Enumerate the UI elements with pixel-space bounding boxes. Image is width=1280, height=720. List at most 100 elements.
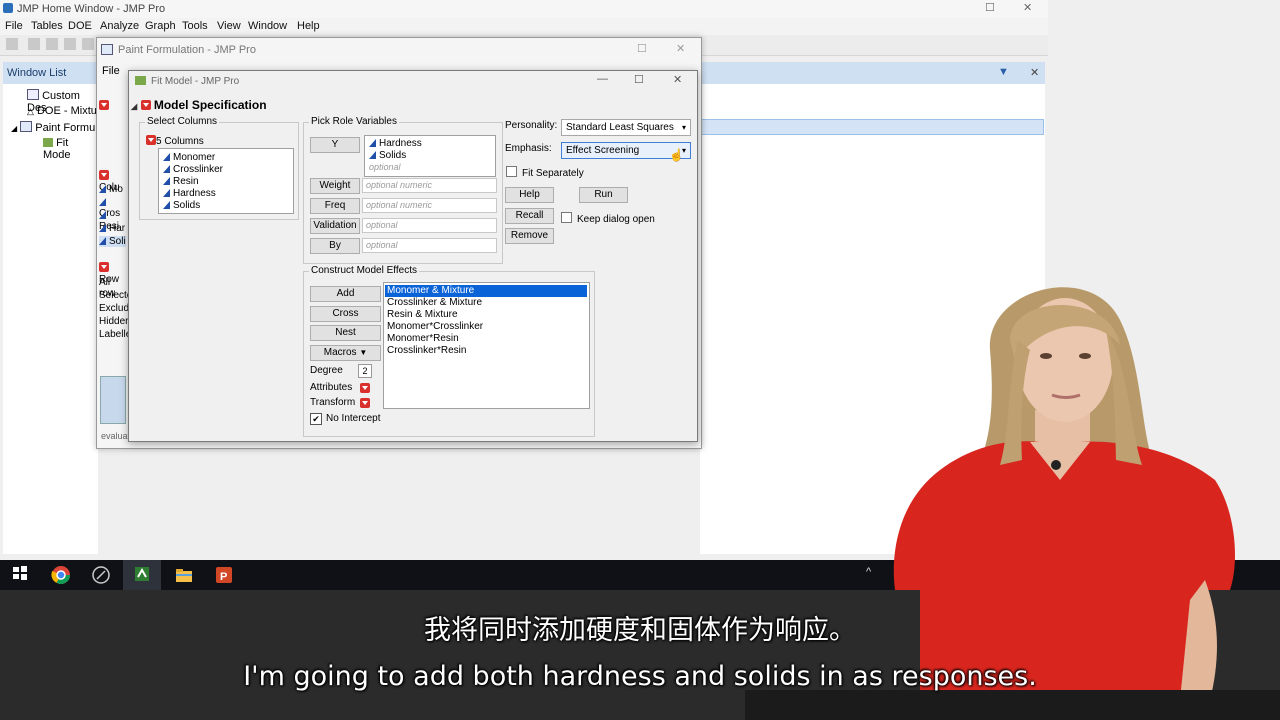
window-list-item[interactable]: Fit Mode [43, 137, 98, 161]
menu-doe[interactable]: DOE [68, 20, 92, 32]
effect-item[interactable]: Monomer*Crosslinker [387, 321, 483, 332]
macros-button[interactable]: Macros ▼ [310, 345, 381, 361]
powerpoint-icon[interactable]: P [214, 565, 234, 585]
y-role-item[interactable]: Solids [369, 150, 406, 161]
freq-field[interactable]: optional numeric [362, 198, 497, 213]
keep-dialog-open-checkbox[interactable] [561, 212, 572, 223]
tray-chevron-up-icon[interactable]: ^ [866, 566, 871, 578]
red-triangle-icon[interactable] [140, 100, 151, 110]
effect-item[interactable]: Crosslinker & Mixture [387, 297, 482, 308]
menu-file[interactable]: File [102, 65, 120, 77]
rows-item: Labelle [99, 329, 132, 340]
effect-item[interactable]: Monomer*Resin [387, 333, 459, 344]
columns-listbox[interactable]: Monomer Crosslinker Resin Hardness Solid… [158, 148, 294, 214]
file-explorer-icon[interactable] [174, 565, 194, 585]
effect-item[interactable]: Resin & Mixture [387, 309, 458, 320]
maximize-icon[interactable]: ☐ [985, 1, 995, 14]
remove-button[interactable]: Remove [505, 228, 554, 244]
menu-analyze[interactable]: Analyze [100, 20, 139, 32]
validation-field[interactable]: optional [362, 218, 497, 233]
y-role-item[interactable]: Hardness [369, 138, 422, 149]
y-role-listbox[interactable]: Hardness Solids optional [364, 135, 496, 177]
validation-button[interactable]: Validation [310, 218, 360, 234]
y-button[interactable]: Y [310, 137, 360, 153]
by-field[interactable]: optional [362, 238, 497, 253]
select-columns-group: Select Columns 5 Columns Monomer Crossli… [139, 116, 299, 220]
menu-file[interactable]: File [5, 20, 23, 32]
column-list-item[interactable]: Crosslinker [163, 164, 223, 175]
red-triangle-icon[interactable] [99, 262, 109, 272]
continuous-icon [99, 185, 106, 193]
by-button[interactable]: By [310, 238, 360, 254]
effects-listbox[interactable]: Monomer & Mixture Crosslinker & Mixture … [383, 282, 590, 409]
jmp-taskbar-button[interactable] [123, 560, 161, 590]
red-triangle-icon[interactable] [146, 135, 156, 145]
attributes-menu[interactable] [360, 383, 370, 395]
maximize-icon[interactable]: ☐ [634, 73, 644, 86]
fit-separately-option[interactable]: Fit Separately [506, 166, 584, 179]
close-icon[interactable]: ✕ [676, 42, 685, 55]
keep-dialog-open-option[interactable]: Keep dialog open [561, 212, 655, 225]
menu-window[interactable]: Window [248, 20, 287, 32]
menu-view[interactable]: View [217, 20, 241, 32]
cross-button[interactable]: Cross [310, 306, 381, 322]
no-intercept-option[interactable]: ✔ No Intercept [310, 413, 380, 425]
close-icon[interactable]: ✕ [1023, 1, 1032, 14]
run-button[interactable]: Run [579, 187, 628, 203]
effect-item[interactable]: Crosslinker*Resin [387, 345, 466, 356]
collapse-arrow-icon[interactable]: ◢ [131, 102, 137, 111]
recall-button[interactable]: Recall [505, 208, 554, 224]
freq-button[interactable]: Freq [310, 198, 360, 214]
window-list-item[interactable]: △ DOE - Mixtu [27, 105, 97, 117]
maximize-icon[interactable]: ☐ [637, 42, 647, 55]
effect-item[interactable]: Monomer & Mixture [387, 285, 474, 296]
main-window-titlebar: JMP Home Window - JMP Pro ☐ ✕ [0, 0, 1048, 18]
red-triangle-icon[interactable] [99, 100, 109, 110]
table-icon [20, 121, 33, 132]
emphasis-label: Emphasis: [505, 143, 552, 154]
continuous-icon [163, 189, 170, 197]
save-icon[interactable] [46, 38, 58, 50]
copy-icon[interactable] [64, 38, 76, 50]
check-icon[interactable]: ✔ [310, 413, 322, 425]
red-triangle-icon[interactable] [360, 383, 370, 393]
main-window-title: JMP Home Window - JMP Pro [17, 3, 166, 15]
menu-tools[interactable]: Tools [182, 20, 208, 32]
column-list-item[interactable]: Solids [163, 200, 200, 211]
minimize-icon[interactable]: — [597, 73, 608, 85]
column-list-item[interactable]: Hardness [163, 188, 216, 199]
pick-role-title: Pick Role Variables [309, 116, 399, 127]
rows-item: Hidder [99, 316, 129, 327]
transform-menu[interactable] [360, 398, 370, 410]
personality-dropdown[interactable]: Standard Least Squares ▾ [561, 119, 691, 136]
column-item[interactable]: Mo [99, 184, 123, 195]
new-table-icon[interactable] [6, 38, 18, 50]
red-triangle-icon[interactable] [360, 398, 370, 408]
close-icon[interactable]: ✕ [673, 73, 682, 86]
help-button[interactable]: Help [505, 187, 554, 203]
degree-label: Degree [310, 365, 343, 376]
pane-close-icon[interactable]: ✕ [1030, 66, 1039, 79]
fit-separately-checkbox[interactable] [506, 166, 517, 177]
nest-button[interactable]: Nest [310, 325, 381, 341]
menu-tables[interactable]: Tables [31, 20, 63, 32]
window-list-item-selected[interactable]: ◢ Paint Formu [11, 121, 95, 134]
column-item[interactable]: Har [99, 223, 125, 234]
column-item[interactable]: Soli [99, 236, 126, 247]
weight-field[interactable]: optional numeric [362, 178, 497, 193]
open-icon[interactable] [28, 38, 40, 50]
add-button[interactable]: Add [310, 286, 381, 302]
fit-model-dialog[interactable]: Fit Model - JMP Pro — ☐ ✕ ◢ Model Specif… [128, 70, 698, 442]
degree-input[interactable]: 2 [358, 364, 372, 378]
windows-start-icon[interactable] [12, 565, 32, 585]
menu-help[interactable]: Help [297, 20, 320, 32]
chrome-icon[interactable] [51, 565, 71, 585]
filter-icon[interactable]: ▼ [998, 66, 1009, 78]
menu-graph[interactable]: Graph [145, 20, 176, 32]
column-list-item[interactable]: Resin [163, 176, 199, 187]
red-triangle-icon[interactable] [99, 170, 109, 180]
column-list-item[interactable]: Monomer [163, 152, 215, 163]
app-circle-icon[interactable] [91, 565, 111, 585]
paste-icon[interactable] [82, 38, 94, 50]
weight-button[interactable]: Weight [310, 178, 360, 194]
